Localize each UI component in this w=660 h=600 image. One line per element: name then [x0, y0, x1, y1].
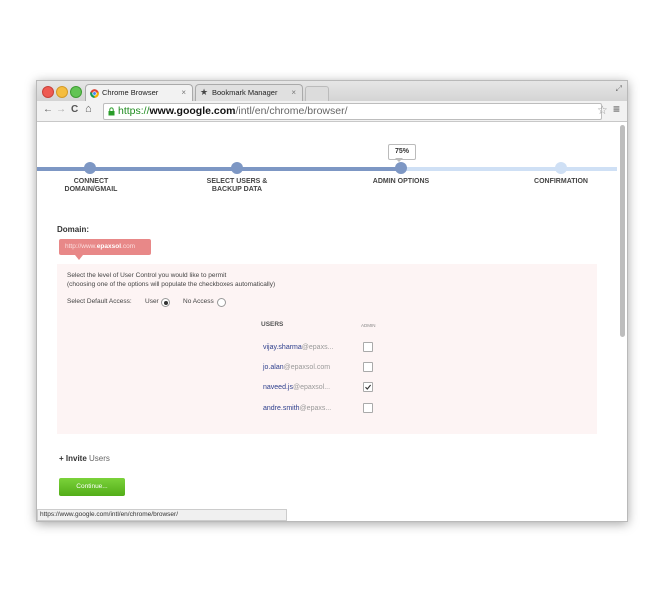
- step-dot-confirmation: [555, 162, 567, 174]
- user-domain: @epaxsol.com: [283, 364, 331, 371]
- intro-line: (choosing one of the options will popula…: [67, 280, 276, 288]
- step-line: SELECT USERS &: [206, 178, 268, 185]
- admin-checkbox[interactable]: [363, 342, 373, 352]
- step-label-confirmation: CONFIRMATION: [516, 178, 606, 186]
- domain-label: Domain:: [57, 225, 89, 234]
- checkmark-icon: [365, 384, 372, 390]
- close-tab-icon[interactable]: ×: [291, 85, 296, 101]
- browser-toolbar: ← → C ⌂ https://www.google.com/intl/en/c…: [37, 101, 627, 122]
- bookmark-star-icon[interactable]: ☆: [597, 103, 608, 117]
- domain-badge-domain: epaxsol: [96, 243, 122, 250]
- step-label-admin-options: ADMIN OPTIONS: [356, 178, 446, 186]
- vertical-scrollbar[interactable]: [620, 125, 625, 337]
- home-icon[interactable]: ⌂: [85, 103, 92, 115]
- reload-icon[interactable]: C: [71, 104, 78, 115]
- user-row: jo.alan@epaxsol.com: [263, 364, 330, 371]
- option-no-access-label: No Access: [183, 298, 214, 305]
- lock-icon: [108, 107, 115, 116]
- user-row: vijay.sharma@epaxs...: [263, 344, 333, 351]
- tab-chrome-browser[interactable]: Chrome Browser ×: [85, 84, 193, 101]
- invite-rest: Users: [86, 454, 110, 463]
- step-label-select-users: SELECT USERS & BACKUP DATA: [192, 178, 282, 194]
- admin-column-header: ADMIN: [361, 323, 376, 328]
- domain-badge-suffix: .com: [121, 243, 136, 250]
- user-domain: @epaxsol...: [292, 384, 331, 391]
- users-column-header: USERS: [261, 321, 284, 328]
- step-dot-admin-options: [395, 162, 407, 174]
- domain-badge-prefix: http://www.: [65, 243, 97, 250]
- user-name: jo.alan: [263, 364, 284, 371]
- admin-checkbox[interactable]: [363, 362, 373, 372]
- close-tab-icon[interactable]: ×: [181, 85, 186, 101]
- page-content: 75% CONNECT DOMAIN/GMAIL SELECT USERS & …: [37, 122, 617, 521]
- url-host: www.google.com: [149, 105, 236, 117]
- panel-intro: Select the level of User Control you wou…: [67, 272, 275, 289]
- tab-bookmark-manager[interactable]: ★ Bookmark Manager ×: [195, 84, 303, 101]
- step-line: DOMAIN/GMAIL: [64, 186, 118, 193]
- invite-users-link[interactable]: + Invite Users: [59, 454, 110, 463]
- intro-line: Select the level of User Control you wou…: [67, 272, 227, 279]
- user-name: vijay.sharma: [263, 344, 302, 351]
- url-text: https://www.google.com/intl/en/chrome/br…: [118, 104, 348, 119]
- radio-selected-dot: [163, 300, 168, 305]
- admin-checkbox-checked[interactable]: [363, 382, 373, 392]
- back-arrow-icon[interactable]: ←: [43, 104, 53, 115]
- star-icon: ★: [200, 87, 209, 97]
- maximize-window-button[interactable]: [70, 86, 82, 98]
- option-user-label: User: [145, 298, 159, 305]
- progress-track-pending: [399, 167, 617, 171]
- status-bar-url: https://www.google.com/intl/en/chrome/br…: [37, 509, 287, 521]
- admin-checkbox[interactable]: [363, 403, 373, 413]
- forward-arrow-icon[interactable]: →: [56, 104, 66, 115]
- user-domain: @epaxs...: [301, 344, 334, 351]
- step-dot-select-users: [231, 162, 243, 174]
- no-access-radio[interactable]: [217, 298, 226, 307]
- domain-badge: http://www.epaxsol.com: [59, 239, 151, 255]
- fullscreen-icon[interactable]: ⤢: [616, 84, 622, 94]
- invite-plus: + Invite: [59, 454, 87, 463]
- new-tab-button[interactable]: [305, 86, 329, 102]
- title-bar: Chrome Browser × ★ Bookmark Manager × ⤢: [37, 81, 627, 102]
- address-bar[interactable]: https://www.google.com/intl/en/chrome/br…: [103, 103, 602, 120]
- minimize-window-button[interactable]: [56, 86, 68, 98]
- user-row: andre.smith@epaxs...: [263, 405, 331, 412]
- user-control-panel: Select the level of User Control you wou…: [57, 264, 597, 434]
- user-domain: @epaxs...: [299, 405, 332, 412]
- badge-pointer: [75, 255, 83, 260]
- step-line: CONFIRMATION: [534, 178, 588, 185]
- user-radio[interactable]: [161, 298, 170, 307]
- user-name: naveed.js: [263, 384, 293, 391]
- user-row: naveed.js@epaxsol...: [263, 384, 330, 391]
- url-scheme: https://: [118, 105, 150, 117]
- menu-icon[interactable]: ≡: [613, 102, 620, 116]
- url-path: /intl/en/chrome/browser/: [235, 105, 348, 117]
- step-line: ADMIN OPTIONS: [372, 178, 430, 185]
- step-line: CONNECT: [73, 178, 109, 185]
- step-line: BACKUP DATA: [211, 186, 263, 193]
- chrome-logo-icon: [90, 89, 99, 98]
- user-name: andre.smith: [263, 405, 300, 412]
- close-window-button[interactable]: [42, 86, 54, 98]
- tab-label: Bookmark Manager: [212, 88, 278, 97]
- step-label-connect: CONNECT DOMAIN/GMAIL: [46, 178, 136, 194]
- continue-button[interactable]: Continue...: [59, 478, 125, 496]
- default-access-label: Select Default Access:: [67, 298, 132, 305]
- browser-window: Chrome Browser × ★ Bookmark Manager × ⤢ …: [36, 80, 628, 522]
- step-dot-connect: [84, 162, 96, 174]
- tab-label: Chrome Browser: [102, 88, 159, 97]
